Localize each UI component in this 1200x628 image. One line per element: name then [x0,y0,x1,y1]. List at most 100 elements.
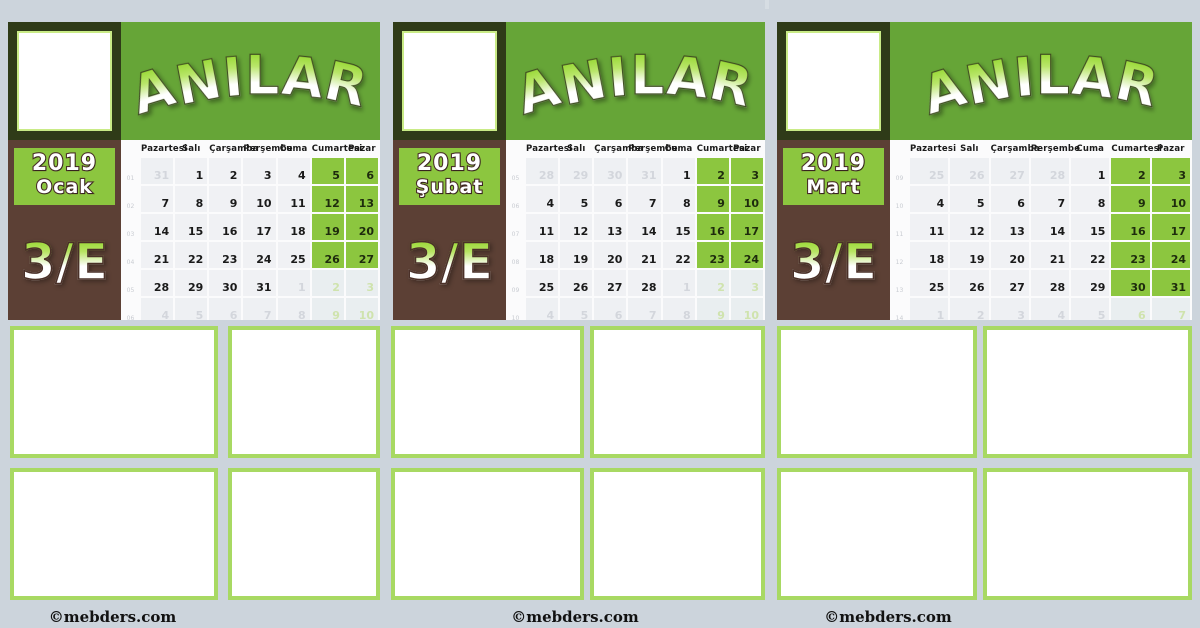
calendar-day-cell[interactable]: 21 [141,242,174,268]
calendar-day-cell[interactable]: 14 [1030,214,1070,240]
photo-slot[interactable] [777,468,977,600]
calendar-day-cell[interactable]: 2 [1111,158,1150,184]
calendar-day-cell[interactable]: 12 [311,186,344,212]
calendar-day-cell[interactable]: 18 [277,214,310,240]
calendar-day-cell[interactable]: 29 [175,270,208,296]
calendar-day-cell[interactable]: 24 [1151,242,1190,268]
photo-slot[interactable] [391,326,584,458]
calendar-day-cell[interactable]: 1 [277,270,310,296]
calendar-day-cell[interactable]: 20 [594,242,627,268]
calendar-day-cell[interactable]: 6 [209,298,242,320]
calendar-day-cell[interactable]: 19 [311,214,344,240]
calendar-day-cell[interactable]: 31 [141,158,174,184]
photo-slot[interactable] [10,468,218,600]
calendar-day-cell[interactable]: 3 [730,270,763,296]
calendar-day-cell[interactable]: 2 [696,158,729,184]
calendar-day-cell[interactable]: 6 [990,186,1029,212]
calendar-day-cell[interactable]: 19 [950,242,989,268]
calendar-day-cell[interactable]: 6 [1111,298,1150,320]
calendar-day-cell[interactable]: 17 [243,214,276,240]
calendar-day-cell[interactable]: 30 [209,270,242,296]
calendar-day-cell[interactable]: 31 [628,158,661,184]
calendar-day-cell[interactable]: 1 [662,270,695,296]
calendar-day-cell[interactable]: 9 [696,298,729,320]
calendar-day-cell[interactable]: 23 [1111,242,1150,268]
photo-slot[interactable] [777,326,977,458]
calendar-day-cell[interactable]: 5 [311,158,344,184]
calendar-day-cell[interactable]: 1 [1071,158,1110,184]
photo-slot[interactable] [391,468,584,600]
calendar-day-cell[interactable]: 4 [910,186,949,212]
calendar-day-cell[interactable]: 28 [526,158,559,184]
calendar-day-cell[interactable]: 22 [175,242,208,268]
calendar-day-cell[interactable]: 31 [1151,270,1190,296]
calendar-day-cell[interactable]: 2 [950,298,989,320]
calendar-day-cell[interactable]: 5 [1071,298,1110,320]
calendar-day-cell[interactable]: 28 [141,270,174,296]
calendar-day-cell[interactable]: 20 [345,214,378,240]
calendar-day-cell[interactable]: 10 [243,186,276,212]
calendar-day-cell[interactable]: 22 [662,242,695,268]
calendar-day-cell[interactable]: 27 [990,270,1029,296]
calendar-day-cell[interactable]: 4 [277,158,310,184]
calendar-day-cell[interactable]: 3 [990,298,1029,320]
calendar-day-cell[interactable]: 27 [345,242,378,268]
photo-slot[interactable] [228,326,380,458]
calendar-day-cell[interactable]: 19 [560,242,593,268]
calendar-day-cell[interactable]: 13 [990,214,1029,240]
photo-slot[interactable] [590,468,765,600]
calendar-day-cell[interactable]: 7 [628,186,661,212]
calendar-day-cell[interactable]: 10 [345,298,378,320]
photo-slot[interactable] [10,326,218,458]
calendar-day-cell[interactable]: 5 [560,298,593,320]
calendar-day-cell[interactable]: 24 [243,242,276,268]
calendar-day-cell[interactable]: 8 [277,298,310,320]
calendar-day-cell[interactable]: 11 [910,214,949,240]
calendar-day-cell[interactable]: 6 [594,186,627,212]
calendar-day-cell[interactable]: 15 [662,214,695,240]
calendar-day-cell[interactable]: 10 [730,298,763,320]
calendar-day-cell[interactable]: 25 [910,270,949,296]
calendar-day-cell[interactable]: 2 [696,270,729,296]
calendar-day-cell[interactable]: 7 [141,186,174,212]
calendar-day-cell[interactable]: 25 [526,270,559,296]
calendar-day-cell[interactable]: 28 [628,270,661,296]
calendar-day-cell[interactable]: 23 [209,242,242,268]
calendar-day-cell[interactable]: 5 [175,298,208,320]
calendar-day-cell[interactable]: 5 [560,186,593,212]
calendar-day-cell[interactable]: 20 [990,242,1029,268]
calendar-day-cell[interactable]: 29 [560,158,593,184]
calendar-day-cell[interactable]: 4 [141,298,174,320]
header-photo-placeholder[interactable] [17,31,112,131]
calendar-day-cell[interactable]: 8 [1071,186,1110,212]
calendar-day-cell[interactable]: 13 [345,186,378,212]
calendar-day-cell[interactable]: 4 [526,186,559,212]
calendar-day-cell[interactable]: 2 [209,158,242,184]
calendar-day-cell[interactable]: 7 [1030,186,1070,212]
calendar-day-cell[interactable]: 2 [311,270,344,296]
calendar-day-cell[interactable]: 25 [277,242,310,268]
calendar-day-cell[interactable]: 13 [594,214,627,240]
calendar-day-cell[interactable]: 17 [730,214,763,240]
calendar-day-cell[interactable]: 18 [910,242,949,268]
photo-slot[interactable] [983,468,1192,600]
calendar-day-cell[interactable]: 17 [1151,214,1190,240]
calendar-day-cell[interactable]: 15 [175,214,208,240]
calendar-day-cell[interactable]: 31 [243,270,276,296]
calendar-day-cell[interactable]: 7 [628,298,661,320]
calendar-day-cell[interactable]: 8 [662,186,695,212]
calendar-day-cell[interactable]: 26 [950,270,989,296]
calendar-day-cell[interactable]: 30 [1111,270,1150,296]
calendar-day-cell[interactable]: 11 [526,214,559,240]
calendar-day-cell[interactable]: 6 [594,298,627,320]
calendar-day-cell[interactable]: 23 [696,242,729,268]
header-photo-frame[interactable] [777,22,890,140]
calendar-day-cell[interactable]: 9 [209,186,242,212]
calendar-day-cell[interactable]: 28 [1030,270,1070,296]
calendar-day-cell[interactable]: 26 [311,242,344,268]
calendar-day-cell[interactable]: 7 [1151,298,1190,320]
calendar-day-cell[interactable]: 12 [560,214,593,240]
photo-slot[interactable] [590,326,765,458]
calendar-day-cell[interactable]: 3 [345,270,378,296]
calendar-day-cell[interactable]: 25 [910,158,949,184]
